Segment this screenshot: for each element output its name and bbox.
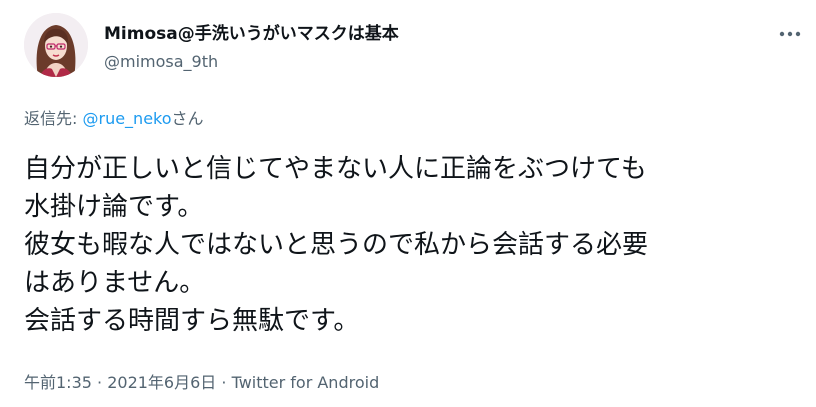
more-options-button[interactable]: [772, 22, 808, 46]
meta-separator: ·: [91, 373, 108, 392]
tweet-text-line: 彼女も暇な人ではないと思うので私から会話する必要: [24, 230, 649, 260]
tweet-date-link[interactable]: 2021年6月6日: [107, 373, 216, 392]
reply-mention-link[interactable]: @rue_neko: [82, 109, 171, 128]
tweet-text-line: 会話する時間すら無駄です。: [24, 306, 360, 336]
tweet-text-line: はありません。: [24, 268, 206, 298]
author-display-name[interactable]: Mimosa@手洗いうがいマスクは基本: [104, 23, 399, 45]
tweet-time-link[interactable]: 午前1:35: [24, 373, 92, 392]
reply-context: 返信先: @rue_nekoさん: [24, 108, 204, 130]
tweet-metadata: 午前1:35 · 2021年6月6日 · Twitter for Android: [24, 372, 379, 394]
avatar-woman-glasses-icon: [24, 13, 88, 77]
avatar[interactable]: [24, 13, 88, 77]
tweet-text-line: 水掛け論です。: [24, 192, 204, 222]
tweet-source-link[interactable]: Twitter for Android: [232, 373, 380, 392]
meta-separator: ·: [216, 373, 232, 392]
tweet-text-line: 自分が正しいと信じてやまない人に正論をぶつけても: [24, 154, 647, 184]
author-handle[interactable]: @mimosa_9th: [104, 51, 399, 73]
reply-suffix: さん: [171, 109, 204, 128]
more-horizontal-icon: [779, 31, 801, 37]
author-info: Mimosa@手洗いうがいマスクは基本 @mimosa_9th: [104, 23, 399, 73]
tweet-text: 自分が正しいと信じてやまない人に正論をぶつけても 水掛け論です。 彼女も暇な人で…: [24, 150, 804, 340]
reply-prefix: 返信先:: [24, 109, 83, 128]
tweet: Mimosa@手洗いうがいマスクは基本 @mimosa_9th 返信先: @ru…: [0, 0, 816, 407]
